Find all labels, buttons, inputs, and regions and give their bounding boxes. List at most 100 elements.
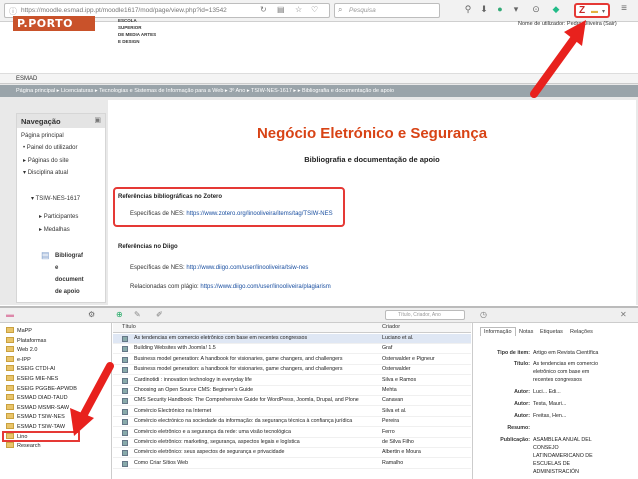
collection-label: MaPP — [17, 328, 32, 334]
collection-item[interactable]: ESEIG MIE-NES — [6, 375, 58, 384]
page-subtitle: Bibliografia e documentação de apoio — [304, 155, 440, 164]
item-title: Comércio Electrónico na Internet — [134, 407, 212, 414]
item-row[interactable]: Comércio eletrônico: seus aspectos de se… — [113, 448, 471, 459]
item-row[interactable]: Cardinotidi : innovation technology in e… — [113, 376, 471, 386]
item-row[interactable]: Comércio Electrónico na Internet Silva et… — [113, 407, 471, 417]
collection-item[interactable]: ESEIG CTDI-AI — [6, 365, 55, 374]
item-title: Comércio eletrônico: marketing, seguranç… — [134, 439, 300, 445]
diigo-link-label: Específicas de NES: — [130, 265, 185, 271]
downloads-icon[interactable]: ⬇ — [478, 4, 490, 15]
dock-icon[interactable]: ▣ — [94, 116, 101, 124]
zotero-search-input[interactable]: Título, Criador, Ano — [385, 310, 465, 320]
page-icon: ▤ — [41, 250, 50, 260]
breadcrumb-text[interactable]: Página principal ▸ Licenciaturas ▸ Tecno… — [16, 88, 394, 94]
nav-course-code[interactable]: ▾ TSIW-NES-1617 — [31, 195, 80, 202]
nav-current-course[interactable]: ▾ Disciplina atual — [23, 169, 68, 176]
item-row[interactable]: Comércio eletrônico e a segurança da red… — [113, 428, 471, 438]
author-1[interactable]: Luci... Edi... — [533, 389, 561, 395]
author-3[interactable]: Freitas, Hen... — [533, 413, 566, 419]
publication-line-1[interactable]: ASAMBLEA ANUAL DEL — [533, 437, 592, 443]
item-type-icon — [122, 398, 128, 405]
collection-label: Research — [17, 443, 41, 450]
bookmark-star-icon[interactable]: ☆ — [295, 5, 302, 14]
actions-gear-icon[interactable]: ⚙ — [88, 310, 95, 319]
tab-related[interactable]: Relações — [570, 329, 593, 335]
column-creator-header[interactable]: Criador — [382, 324, 400, 330]
nav-bibliography-1[interactable]: Bibliograf — [55, 253, 83, 259]
nav-badges[interactable]: ▸ Medalhas — [39, 226, 70, 233]
item-type-value[interactable]: Artigo em Revista Científica — [533, 350, 598, 356]
item-row[interactable]: Business model generation: a handbook fo… — [113, 365, 471, 376]
item-creator: Osterwalder — [382, 366, 411, 373]
reload-icon[interactable]: ↻ — [260, 5, 267, 14]
nav-dashboard[interactable]: • Painel do utilizador — [23, 145, 77, 151]
item-type-icon — [122, 419, 128, 426]
collection-label: ESMAD DIAD-TAUD — [17, 395, 68, 402]
folder-icon — [6, 413, 14, 420]
item-row[interactable]: Choosing an Open Source CMS: Beginner's … — [113, 386, 471, 396]
item-row[interactable]: Comércio eletrônico: marketing, seguranç… — [113, 438, 471, 448]
nav-participants[interactable]: ▸ Participantes — [39, 213, 78, 220]
item-creator: Pereira — [382, 418, 400, 425]
diigo-link[interactable]: http://www.diigo.com/user/linooliveira/t… — [186, 265, 308, 271]
folder-icon — [6, 365, 14, 372]
new-item-icon[interactable]: ⊕ — [116, 310, 123, 319]
reader-icon[interactable]: ▤ — [277, 5, 285, 14]
tab-notes[interactable]: Notas — [519, 329, 533, 335]
add-by-identifier-icon[interactable]: ✎ — [134, 310, 141, 319]
menu-icon[interactable]: ≡ — [618, 3, 630, 14]
publication-line-4[interactable]: ESCUELAS DE — [533, 461, 570, 467]
item-creator: de Silva Filho — [382, 439, 414, 445]
publication-line-5[interactable]: ADMINISTRACIÓN — [533, 469, 579, 475]
locate-icon[interactable]: ◷ — [480, 310, 487, 319]
title-line-3[interactable]: recentes congressos — [533, 377, 582, 383]
item-type-icon — [122, 367, 128, 374]
item-row[interactable]: CMS Security Handbook: The Comprehensive… — [113, 396, 471, 407]
tab-tags[interactable]: Etiquetas — [540, 329, 563, 335]
publication-line-2[interactable]: CONSEJO — [533, 445, 559, 451]
nav-home[interactable]: Página principal — [21, 133, 64, 139]
tab-info[interactable]: Informação — [480, 327, 516, 336]
nav-bibliography-3[interactable]: document — [55, 277, 84, 283]
addon-icon[interactable]: ● — [494, 4, 506, 14]
nav-bibliography-4[interactable]: de apoio — [55, 289, 80, 295]
item-row[interactable]: Comércio electrónico na sociedade da inf… — [113, 417, 471, 428]
author-2[interactable]: Testa, Mauri... — [533, 401, 566, 407]
title-line-1[interactable]: As tendencias em comercio — [533, 361, 598, 367]
item-creator: Graf — [382, 345, 393, 352]
close-pane-icon[interactable]: ✕ — [620, 310, 627, 319]
plagio-link-label: Relacionadas com plágio: — [130, 284, 199, 290]
new-note-icon[interactable]: ✐ — [156, 310, 163, 319]
zotero-search-placeholder: Título, Criador, Ano — [398, 312, 441, 318]
context-label[interactable]: ESMAD — [16, 76, 37, 82]
item-title: Building Websites with Joomla! 1.5 — [134, 345, 216, 352]
title-line-2[interactable]: eletrônico com base em — [533, 369, 589, 375]
collection-item[interactable]: Research — [6, 442, 41, 451]
item-creator: Mehta — [382, 387, 397, 393]
pocket-icon[interactable]: ♡ — [311, 5, 318, 14]
collection-item[interactable]: ESMAD TSIW-NES — [6, 413, 65, 422]
collection-item[interactable]: e-IPP — [6, 355, 31, 365]
collection-item[interactable]: Plataformas — [6, 336, 46, 346]
collection-item[interactable]: ESMAD MSMR-SAW — [6, 403, 69, 413]
publication-line-3[interactable]: LATINOAMERICANO DE — [533, 453, 593, 459]
nav-site-pages[interactable]: ▸ Páginas do site — [23, 157, 69, 164]
column-title-header[interactable]: Título — [122, 324, 136, 330]
new-collection-icon[interactable]: ▬ — [6, 310, 14, 319]
folder-icon — [6, 327, 14, 333]
item-row[interactable]: Building Websites with Joomla! 1.5 Graf — [113, 344, 471, 355]
item-row[interactable]: As tendencias em comercio eletrônico com… — [113, 334, 471, 344]
magnifier-icon[interactable]: ⚲ — [462, 4, 474, 15]
collection-item[interactable]: ESMAD DIAD-TAUD — [6, 394, 68, 403]
folder-icon — [6, 423, 14, 429]
collection-item[interactable]: Web 2.0 — [6, 346, 37, 355]
collection-item[interactable]: MaPP — [6, 327, 32, 336]
items-header: Título Criador — [113, 323, 471, 333]
item-title: Choosing an Open Source CMS: Beginner's … — [134, 387, 254, 393]
item-row[interactable]: Business model generation: A handbook fo… — [113, 355, 471, 365]
nav-bibliography-2[interactable]: e — [55, 265, 58, 271]
item-row[interactable]: Como Criar Sítios Web Ramalho — [113, 459, 471, 469]
search-box[interactable]: ⌕ Pesquisa — [334, 3, 440, 18]
porto-logo[interactable]: P.PORTO — [13, 16, 95, 31]
plagio-link[interactable]: https://www.diigo.com/user/linooliveira/… — [200, 284, 330, 290]
